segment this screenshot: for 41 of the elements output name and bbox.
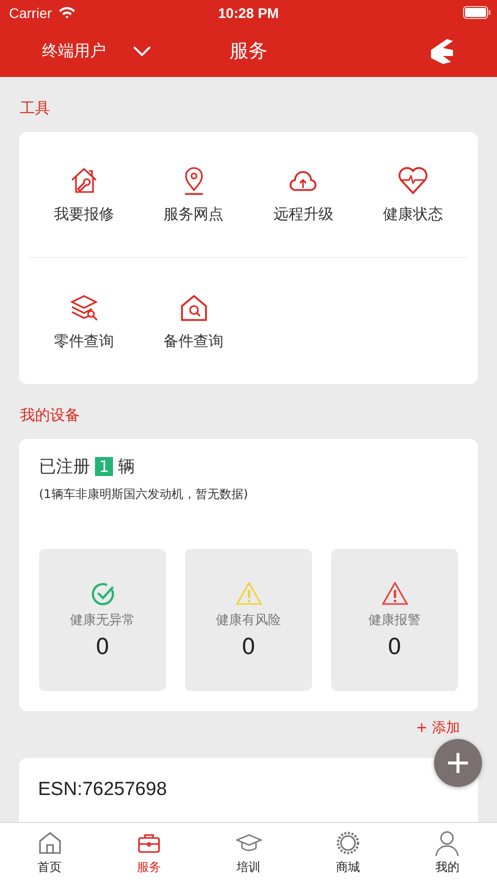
device-note: (1辆车非康明斯国六发动机，暂无数据) (39, 486, 249, 503)
tool-item[interactable]: 健康状态 (358, 132, 468, 258)
warning-icon (236, 580, 262, 606)
plus-icon (447, 752, 469, 774)
home-icon (36, 830, 63, 856)
registered-label: 已注册 (39, 456, 90, 478)
stat-value: 0 (96, 634, 110, 660)
section-title: 我的设备 (20, 406, 80, 425)
add-link[interactable]: + 添加 (416, 719, 460, 737)
tool-item[interactable]: 远程升级 (248, 132, 358, 258)
gear-icon (334, 830, 361, 856)
person-icon (434, 830, 460, 856)
unit-label: 辆 (118, 456, 136, 478)
tab-item[interactable]: 培训 (198, 823, 298, 883)
engine-serial: ESN:76257698 (38, 779, 167, 800)
tool-item[interactable]: 我要报修 (29, 132, 139, 258)
warning-icon (382, 580, 408, 606)
floating-add-button[interactable] (434, 739, 482, 787)
check-circle-icon (90, 580, 116, 606)
tab-item[interactable]: 商城 (298, 823, 398, 883)
page-title: 服务 (230, 39, 268, 64)
tab-item[interactable]: 服务 (99, 823, 199, 883)
stat-label: 健康报警 (368, 612, 420, 628)
tool-item[interactable]: 零件查询 (29, 258, 139, 384)
vehicle-count: 1 (95, 457, 114, 476)
battery-icon (463, 6, 491, 19)
stat-label: 健康无异常 (70, 612, 135, 628)
tool-item[interactable]: 备件查询 (138, 258, 248, 384)
section-title: 工具 (20, 99, 50, 118)
carrier-name: Carrier (9, 4, 52, 20)
user-type-dropdown[interactable]: 终端用户 (38, 36, 156, 66)
chevron-down-icon (132, 45, 152, 57)
clock-time: 10:28 PM (218, 4, 279, 20)
wifi-icon (58, 6, 76, 19)
stat-value: 0 (388, 634, 402, 660)
tab-item[interactable]: 首页 (0, 823, 100, 883)
stat-value: 0 (242, 634, 256, 660)
tool-item[interactable]: 服务网点 (138, 132, 248, 258)
heart-pulse-icon (397, 165, 430, 197)
stat-label: 健康有风险 (216, 612, 281, 628)
tab-item[interactable]: 我的 (398, 823, 497, 883)
